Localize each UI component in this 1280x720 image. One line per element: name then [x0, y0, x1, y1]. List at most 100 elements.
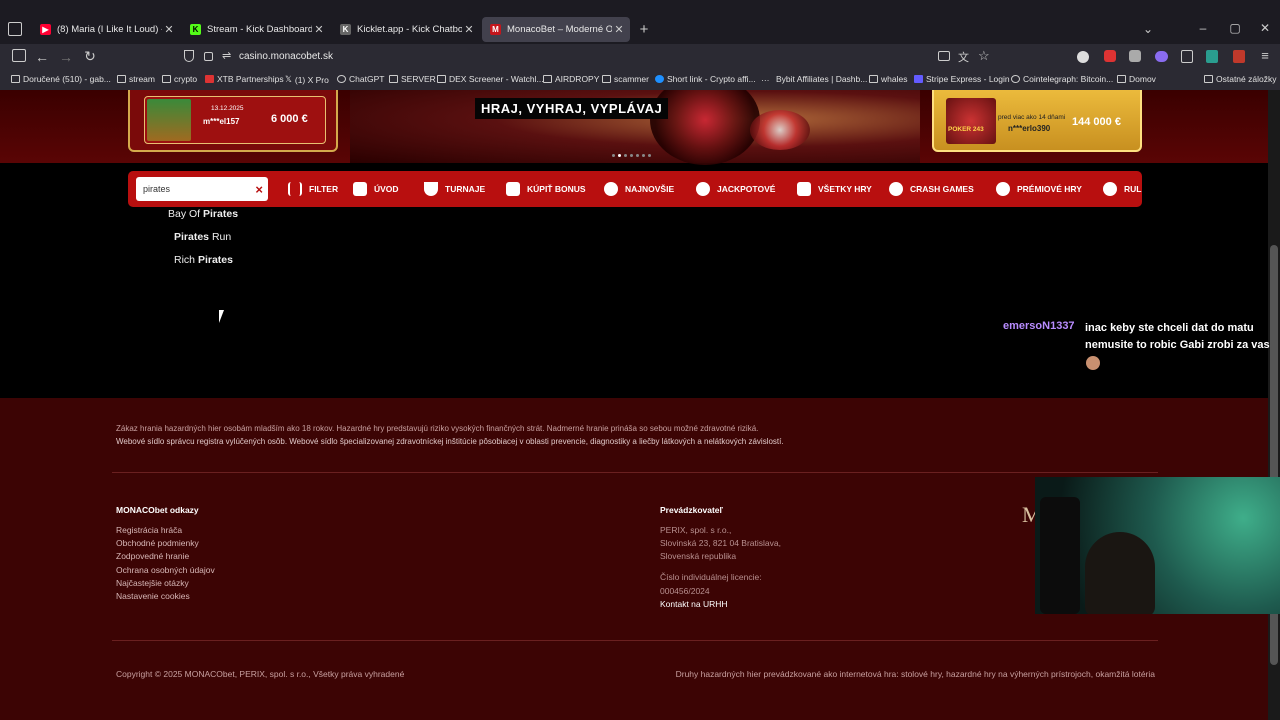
menu-premiove-hry[interactable]: PRÉMIOVÉ HRY: [996, 179, 1082, 199]
clear-search-icon[interactable]: ×: [255, 182, 263, 197]
winner-card-right[interactable]: POKER 243 pred viac ako 14 dňami n***erl…: [932, 90, 1142, 152]
menu-label: PRÉMIOVÉ HRY: [1017, 184, 1082, 194]
slider-dot[interactable]: [642, 154, 645, 157]
extension-icon[interactable]: [1129, 50, 1141, 62]
menu-ruleta[interactable]: RUL: [1103, 179, 1141, 199]
address-bar[interactable]: ⇌ casino.monacobet.sk 文 ☆: [178, 46, 998, 68]
menu-crash-games[interactable]: CRASH GAMES: [889, 179, 974, 199]
search-input[interactable]: [136, 177, 246, 201]
bookmark-item[interactable]: Short link - Crypto affi...: [655, 74, 756, 84]
page-settings-icon[interactable]: ⇌: [222, 49, 231, 62]
folder-icon: [1204, 75, 1213, 83]
page-content: 13.12.2025 m***el157 6 000 € HRAJ, VYHRA…: [0, 90, 1268, 720]
search-suggestion[interactable]: Rich Pirates: [174, 254, 233, 266]
tab-overflow-icon[interactable]: ⌄: [1141, 22, 1155, 36]
cherry-icon: [996, 182, 1010, 196]
extension-icon[interactable]: [1155, 51, 1168, 62]
tab-kicklet[interactable]: K Kicklet.app - Kick Chatbot and C ✕: [332, 17, 480, 42]
slider-dot[interactable]: [636, 154, 639, 157]
bookmark-label: SERVER: [401, 74, 436, 84]
footer-link-ochrana[interactable]: Ochrana osobných údajov: [116, 565, 215, 575]
menu-kupit-bonus[interactable]: KÚPIŤ BONUS: [506, 179, 586, 199]
slider-dot[interactable]: [618, 154, 621, 157]
footer-link-podmienky[interactable]: Obchodné podmienky: [116, 538, 199, 548]
slider-dot[interactable]: [624, 154, 627, 157]
tab-youtube[interactable]: ▶ (8) Maria (I Like It Loud) - Yo ✕: [32, 17, 180, 42]
shield-icon[interactable]: [184, 50, 194, 62]
footer-link-registracia[interactable]: Registrácia hráča: [116, 525, 182, 535]
window-close-button[interactable]: ✕: [1258, 21, 1272, 35]
bookmark-item[interactable]: whales: [869, 74, 907, 84]
lock-icon[interactable]: [204, 52, 213, 61]
bookmark-label: crypto: [174, 74, 198, 84]
extension-icon[interactable]: [1233, 50, 1245, 63]
bookmark-item[interactable]: AIRDROPY: [543, 74, 599, 84]
reader-view-icon[interactable]: [938, 51, 950, 61]
search-suggestion[interactable]: Bay Of Pirates: [168, 208, 238, 220]
menu-icon[interactable]: ≡: [1258, 48, 1272, 63]
slider-dot[interactable]: [648, 154, 651, 157]
bookmark-item[interactable]: Cointelegraph: Bitcoin...: [1011, 74, 1113, 84]
other-bookmarks[interactable]: Ostatné záložky: [1204, 74, 1276, 84]
star-icon[interactable]: ☆: [978, 48, 990, 64]
forward-button[interactable]: →: [59, 49, 73, 65]
menu-vsetky-hry[interactable]: VŠETKY HRY: [797, 179, 872, 199]
extension-icon[interactable]: [1104, 50, 1116, 62]
operator-line: Slovinská 23, 821 04 Bratislava,: [660, 538, 781, 548]
bookmark-item[interactable]: ChatGPT: [337, 74, 384, 84]
bookmark-item[interactable]: SERVER: [389, 74, 436, 84]
bookmark-label: ChatGPT: [349, 74, 385, 84]
search-suggestion[interactable]: Pirates Run: [174, 231, 231, 243]
close-icon[interactable]: ✕: [312, 23, 326, 36]
bookmark-item[interactable]: XTB Partnerships: [205, 74, 284, 84]
menu-uvod[interactable]: ÚVOD: [353, 179, 399, 199]
extension-icon[interactable]: [1206, 50, 1218, 63]
close-icon[interactable]: ✕: [162, 23, 176, 36]
tab-monacobet[interactable]: M MonacoBet – Moderné Onl ✕: [482, 17, 630, 42]
footer-link-cookies[interactable]: Nastavenie cookies: [116, 591, 190, 601]
back-button[interactable]: ←: [35, 49, 49, 65]
menu-filter[interactable]: FILTER: [288, 179, 338, 199]
bookmark-item[interactable]: scammer: [602, 74, 649, 84]
bookmark-label: Domov: [1129, 74, 1156, 84]
bookmark-item[interactable]: crypto: [162, 74, 197, 84]
bookmark-item[interactable]: Doručené (510) - gab...: [11, 74, 111, 84]
menu-jackpotove[interactable]: JACKPOTOVÉ: [696, 179, 775, 199]
sidebar-icon[interactable]: [12, 49, 26, 62]
tab-list-icon[interactable]: [8, 22, 22, 36]
maximize-button[interactable]: ▢: [1228, 21, 1242, 35]
account-icon[interactable]: [1077, 51, 1089, 63]
bookmark-label: Cointelegraph: Bitcoin...: [1023, 74, 1114, 84]
menu-najnovsie[interactable]: NAJNOVŠIE: [604, 179, 674, 199]
bookmark-item[interactable]: Stripe Express - Login: [914, 74, 1010, 84]
slider-dots[interactable]: [612, 154, 662, 158]
close-icon[interactable]: ✕: [612, 23, 626, 36]
urhh-contact-link[interactable]: Kontakt na URHH: [660, 599, 728, 609]
bookmark-item[interactable]: stream: [117, 74, 155, 84]
bookmark-label: scammer: [614, 74, 649, 84]
self-exclusion-text[interactable]: Webové sídlo správcu registra vylúčených…: [116, 435, 1016, 448]
footer-link-faq[interactable]: Najčastejšie otázky: [116, 578, 189, 588]
close-icon[interactable]: ✕: [462, 23, 476, 36]
minimize-button[interactable]: –: [1196, 21, 1210, 35]
bookmark-item[interactable]: ··· Bybit Affiliates | Dashb...: [761, 74, 867, 85]
age-warning-text: Zákaz hrania hazardných hier osobám mlad…: [116, 424, 759, 433]
bookmark-item[interactable]: Domov: [1117, 74, 1156, 84]
operator-heading: Prevádzkovateľ: [660, 505, 723, 515]
search-box[interactable]: ×: [136, 177, 268, 201]
reload-button[interactable]: ↻: [83, 48, 97, 65]
scrollbar-track[interactable]: [1268, 90, 1280, 720]
new-tab-button[interactable]: +: [636, 21, 652, 38]
puzzle-icon[interactable]: [1181, 50, 1193, 63]
url-text[interactable]: casino.monacobet.sk: [239, 51, 333, 62]
winner-card-left[interactable]: 13.12.2025 m***el157 6 000 €: [128, 90, 338, 152]
menu-turnaje[interactable]: TURNAJE: [424, 179, 485, 199]
slider-dot[interactable]: [630, 154, 633, 157]
tab-kick[interactable]: K Stream - Kick Dashboard ✕: [182, 17, 330, 42]
bookmark-item[interactable]: 𝕏 (1) X Pro: [285, 74, 329, 85]
footer-link-zodpovedne[interactable]: Zodpovedné hranie: [116, 551, 189, 561]
chatgpt-icon: [337, 75, 346, 83]
translate-icon[interactable]: 文: [958, 49, 969, 65]
bookmark-item[interactable]: DEX Screener - Watchl...: [437, 74, 544, 84]
slider-dot[interactable]: [612, 154, 615, 157]
